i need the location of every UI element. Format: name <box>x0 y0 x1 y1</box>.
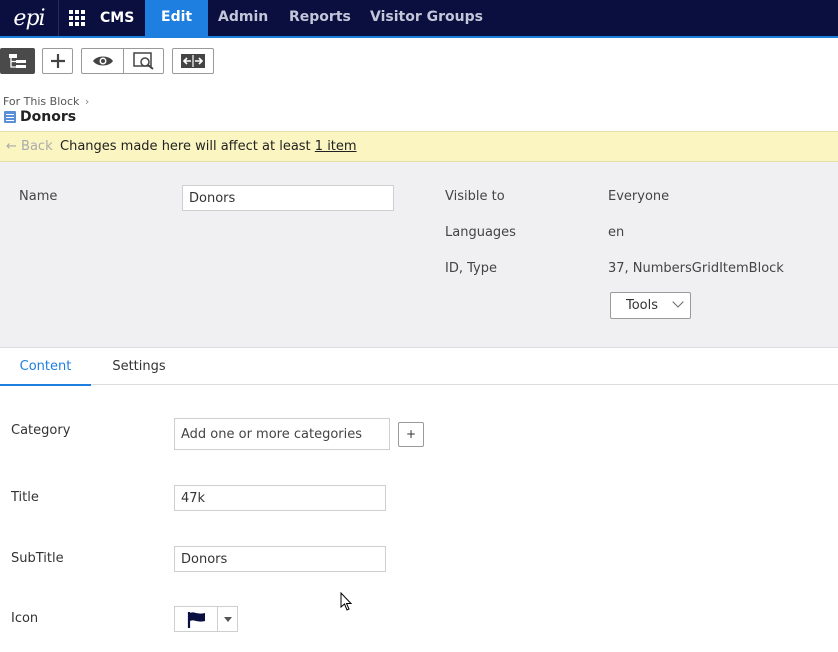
category-label: Category <box>11 423 71 438</box>
tab-settings[interactable]: Settings <box>100 348 178 384</box>
tools-label: Tools <box>626 298 659 313</box>
icon-picker[interactable] <box>174 606 238 632</box>
notice-bar: ← Back Changes made here will affect at … <box>0 131 838 162</box>
preview-search-icon <box>132 52 154 70</box>
nav-visitor-groups[interactable]: Visitor Groups <box>354 0 499 36</box>
add-category-button[interactable]: + <box>398 422 424 447</box>
nav-admin[interactable]: Admin <box>202 0 284 36</box>
flag-icon <box>187 612 205 628</box>
tab-bar: Content Settings <box>0 348 838 386</box>
visible-to-label: Visible to <box>445 189 505 204</box>
nav-reports[interactable]: Reports <box>273 0 367 36</box>
icon-label: Icon <box>11 611 39 626</box>
name-input[interactable]: Donors <box>182 185 394 211</box>
id-type-value: 37, NumbersGridItemBlock <box>608 261 784 276</box>
title-input[interactable]: 47k <box>174 485 386 511</box>
subtitle-label: SubTitle <box>11 551 64 566</box>
chevron-right-icon: › <box>84 95 90 108</box>
plus-icon <box>50 54 65 68</box>
compare-button[interactable] <box>172 48 214 74</box>
affected-items-link[interactable]: 1 item <box>315 139 357 154</box>
notice-message: Changes made here will affect at least 1… <box>60 139 357 154</box>
epi-logo[interactable]: epi <box>0 0 59 36</box>
visible-to-value[interactable]: Everyone <box>608 189 669 204</box>
subtitle-input[interactable]: Donors <box>174 546 386 572</box>
top-navigation: epi CMS Edit Admin Reports Visitor Group… <box>0 0 838 38</box>
category-selector[interactable]: Add one or more categories <box>174 418 390 450</box>
nav-edit[interactable]: Edit <box>145 0 209 36</box>
view-button[interactable] <box>81 48 123 74</box>
product-name: CMS <box>100 10 135 26</box>
block-icon <box>4 111 16 123</box>
back-label: Back <box>21 139 53 154</box>
navigation-pane-toggle-button[interactable] <box>0 48 35 74</box>
breadcrumb-link[interactable]: For This Block <box>3 95 79 108</box>
properties-panel: Name Donors Visible to Everyone Language… <box>0 162 838 348</box>
preview-button[interactable] <box>123 48 164 74</box>
add-button[interactable] <box>42 48 73 74</box>
breadcrumb[interactable]: For This Block › <box>3 95 89 108</box>
eye-icon <box>92 56 113 66</box>
tab-content[interactable]: Content <box>0 348 91 386</box>
chevron-down-icon <box>672 296 684 308</box>
page-title: Donors <box>4 109 76 125</box>
back-link[interactable]: ← Back <box>6 139 53 154</box>
notice-text: Changes made here will affect at least <box>60 139 315 154</box>
icon-picker-divider <box>217 607 218 631</box>
languages-value[interactable]: en <box>608 225 624 240</box>
caret-down-icon[interactable] <box>224 617 232 622</box>
app-switcher-icon[interactable] <box>58 0 96 36</box>
mouse-cursor-icon <box>340 592 353 611</box>
tree-icon <box>8 54 26 68</box>
page-title-text: Donors <box>20 109 77 125</box>
id-type-label: ID, Type <box>445 261 497 276</box>
compare-arrows-icon <box>181 54 205 68</box>
logo-text: epi <box>13 5 45 31</box>
name-label: Name <box>19 189 58 204</box>
toolbar <box>0 38 838 88</box>
arrow-left-icon: ← <box>6 139 17 154</box>
tools-dropdown-button[interactable]: Tools <box>610 292 691 319</box>
languages-label: Languages <box>445 225 516 240</box>
title-label: Title <box>11 490 39 505</box>
